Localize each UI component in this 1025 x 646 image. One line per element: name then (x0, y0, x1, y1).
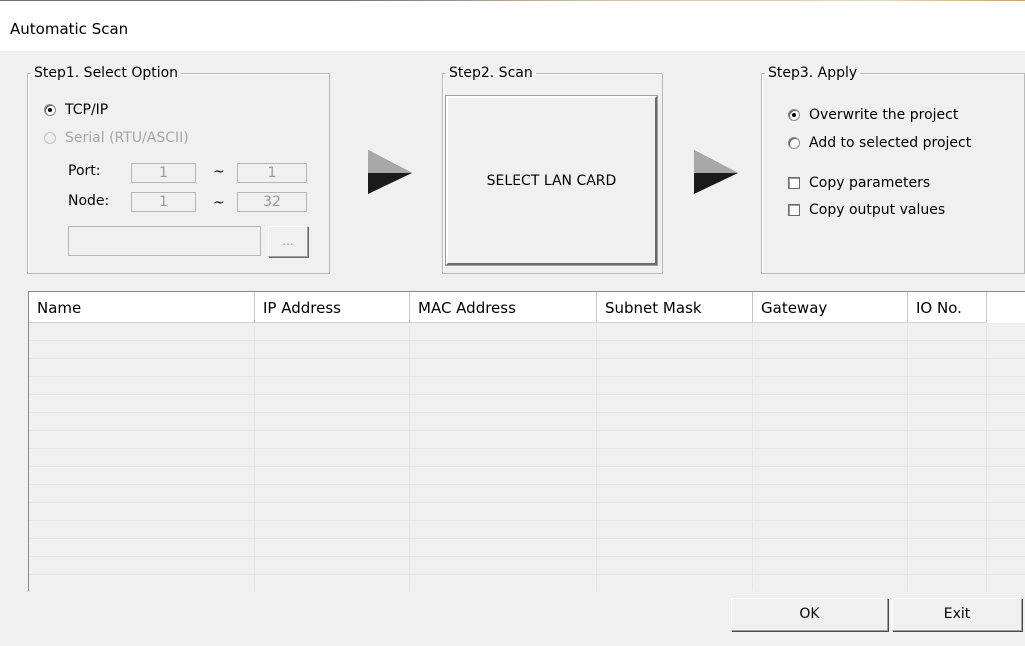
column-header-mac-address[interactable]: MAC Address (410, 292, 597, 323)
column-header-subnet-mask[interactable]: Subnet Mask (597, 292, 753, 323)
table-row (29, 448, 1025, 449)
node-range-separator: ~ (213, 195, 225, 211)
table-header: Name IP Address MAC Address Subnet Mask … (29, 292, 1025, 323)
table-row (29, 520, 1025, 521)
add-to-project-label: Add to selected project (809, 135, 972, 151)
column-divider (596, 323, 597, 591)
play-arrow-icon (368, 150, 412, 194)
copy-parameters-checkbox[interactable]: Copy parameters (788, 175, 930, 191)
column-header-gateway[interactable]: Gateway (753, 292, 908, 323)
window-title: Automatic Scan (10, 20, 129, 38)
port-label: Port: (68, 163, 101, 179)
table-row (29, 574, 1025, 575)
title-bar: Automatic Scan (0, 0, 1025, 51)
node-label: Node: (68, 193, 110, 209)
column-header-ip-address[interactable]: IP Address (255, 292, 410, 323)
port-range-separator: ~ (213, 164, 225, 180)
step3-legend: Step3. Apply (768, 65, 858, 81)
node-to-input[interactable]: 32 (237, 192, 307, 212)
table-row (29, 394, 1025, 395)
copy-output-values-label: Copy output values (809, 202, 946, 218)
tcp-ip-radio[interactable]: TCP/IP (44, 102, 108, 118)
scan-results-table[interactable]: Name IP Address MAC Address Subnet Mask … (28, 291, 1025, 591)
select-lan-card-button[interactable]: SELECT LAN CARD (445, 95, 658, 266)
table-row (29, 484, 1025, 485)
column-divider (409, 323, 410, 591)
table-row (29, 430, 1025, 431)
copy-output-values-checkbox[interactable]: Copy output values (788, 202, 945, 218)
column-divider (907, 323, 908, 591)
column-divider (986, 323, 987, 591)
table-row (29, 502, 1025, 503)
checkbox-unchecked-icon (788, 177, 800, 189)
select-lan-card-label: SELECT LAN CARD (486, 172, 617, 189)
ok-button[interactable]: OK (731, 598, 888, 631)
table-row (29, 376, 1025, 377)
column-divider (752, 323, 753, 591)
radio-unchecked-icon (44, 132, 56, 144)
table-row (29, 412, 1025, 413)
overwrite-project-label: Overwrite the project (809, 107, 959, 123)
table-row (29, 538, 1025, 539)
radio-unchecked-icon (788, 137, 800, 149)
tcp-ip-label: TCP/IP (65, 102, 109, 118)
copy-parameters-label: Copy parameters (809, 175, 931, 191)
radio-checked-icon (788, 109, 800, 121)
step1-legend: Step1. Select Option (34, 65, 179, 81)
step2-legend: Step2. Scan (449, 65, 533, 81)
node-from-input[interactable]: 1 (131, 192, 196, 212)
step3-group: Step3. Apply (761, 66, 1025, 274)
exit-button[interactable]: Exit (892, 598, 1022, 631)
play-arrow-icon (694, 150, 738, 194)
serial-radio[interactable]: Serial (RTU/ASCII) (44, 130, 189, 146)
browse-button[interactable]: ... (268, 226, 308, 257)
port-to-input[interactable]: 1 (237, 163, 307, 183)
table-row (29, 340, 1025, 341)
port-from-input[interactable]: 1 (131, 163, 196, 183)
file-path-input[interactable] (68, 226, 261, 256)
overwrite-project-radio[interactable]: Overwrite the project (788, 107, 958, 123)
radio-checked-icon (44, 104, 56, 116)
table-row (29, 358, 1025, 359)
table-row (29, 466, 1025, 467)
column-divider (254, 323, 255, 591)
table-row (29, 556, 1025, 557)
column-header-name[interactable]: Name (29, 292, 255, 323)
add-to-project-radio[interactable]: Add to selected project (788, 135, 971, 151)
serial-label: Serial (RTU/ASCII) (65, 130, 189, 146)
checkbox-unchecked-icon (788, 204, 800, 216)
column-header-io-no[interactable]: IO No. (908, 292, 987, 323)
